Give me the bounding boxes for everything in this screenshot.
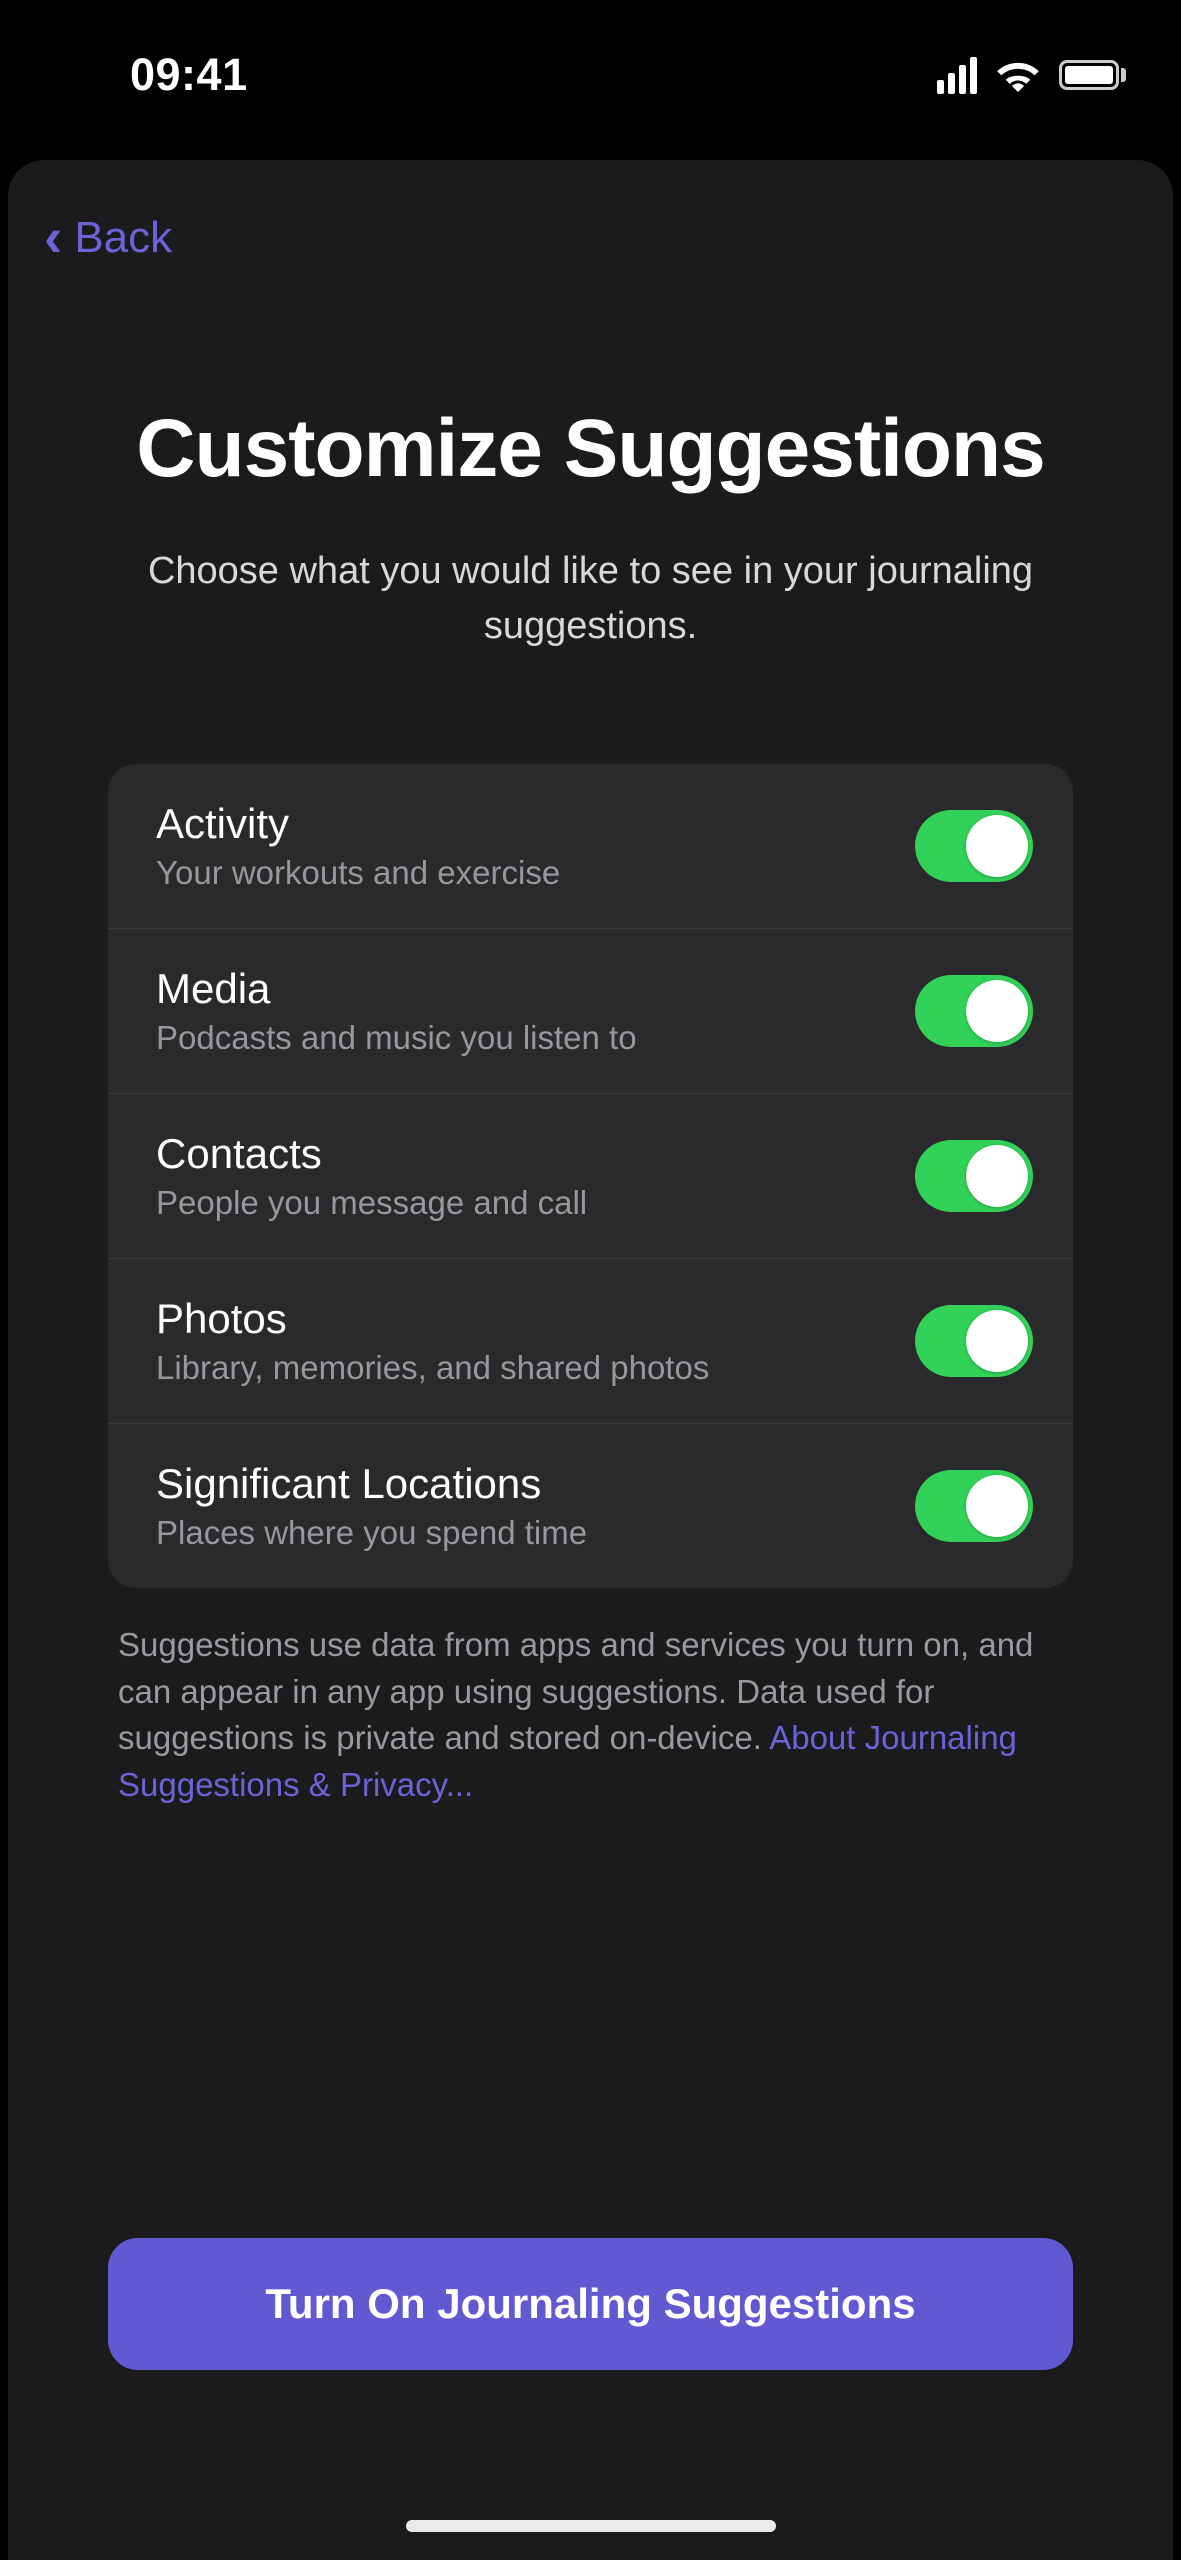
option-title: Photos [156, 1295, 885, 1343]
option-row-media: Media Podcasts and music you listen to [108, 929, 1073, 1094]
toggle-contacts[interactable] [915, 1140, 1033, 1212]
status-icons [937, 57, 1126, 94]
page-header: Customize Suggestions Choose what you wo… [38, 405, 1143, 654]
page-subtitle: Choose what you would like to see in you… [38, 544, 1143, 654]
back-button[interactable]: ‹ Back [38, 210, 1143, 265]
toggle-photos[interactable] [915, 1305, 1033, 1377]
turn-on-button[interactable]: Turn On Journaling Suggestions [108, 2238, 1073, 2370]
option-subtitle: Your workouts and exercise [156, 854, 885, 892]
toggle-locations[interactable] [915, 1470, 1033, 1542]
status-time: 09:41 [130, 49, 248, 101]
option-subtitle: People you message and call [156, 1184, 885, 1222]
option-title: Media [156, 965, 885, 1013]
wifi-icon [995, 58, 1041, 92]
option-row-photos: Photos Library, memories, and shared pho… [108, 1259, 1073, 1424]
home-indicator[interactable] [406, 2520, 776, 2532]
modal-sheet: ‹ Back Customize Suggestions Choose what… [8, 160, 1173, 2560]
option-row-locations: Significant Locations Places where you s… [108, 1424, 1073, 1588]
cellular-icon [937, 57, 977, 94]
toggle-media[interactable] [915, 975, 1033, 1047]
battery-icon [1059, 60, 1126, 90]
option-title: Activity [156, 800, 885, 848]
option-title: Significant Locations [156, 1460, 885, 1508]
option-row-contacts: Contacts People you message and call [108, 1094, 1073, 1259]
chevron-left-icon: ‹ [44, 210, 62, 265]
page-title: Customize Suggestions [38, 405, 1143, 494]
option-subtitle: Library, memories, and shared photos [156, 1349, 885, 1387]
option-subtitle: Podcasts and music you listen to [156, 1019, 885, 1057]
toggle-activity[interactable] [915, 810, 1033, 882]
option-subtitle: Places where you spend time [156, 1514, 885, 1552]
option-title: Contacts [156, 1130, 885, 1178]
options-list: Activity Your workouts and exercise Medi… [108, 764, 1073, 1588]
status-bar: 09:41 [0, 0, 1181, 150]
footer-text: Suggestions use data from apps and servi… [118, 1622, 1063, 1809]
option-row-activity: Activity Your workouts and exercise [108, 764, 1073, 929]
back-label: Back [74, 213, 172, 263]
